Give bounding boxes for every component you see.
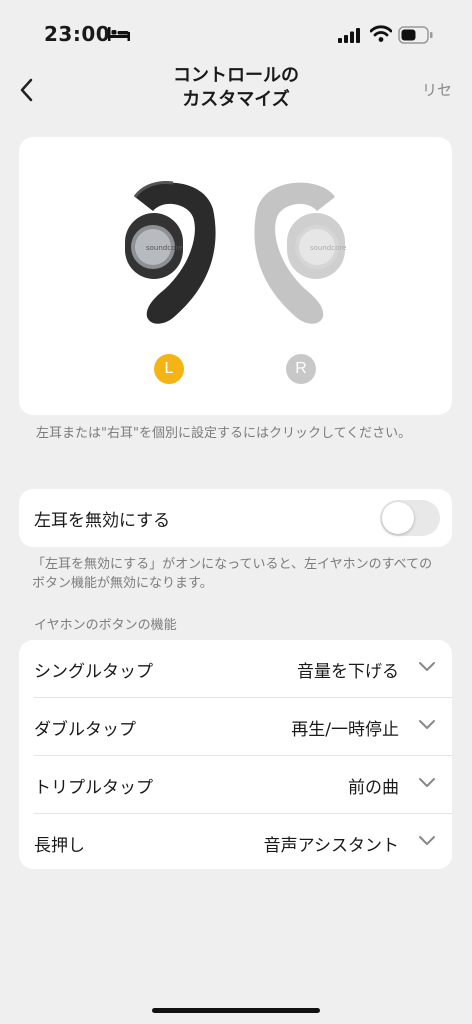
- control-row-single-tap[interactable]: シングルタップ 音量を下げる: [19, 640, 452, 697]
- control-row-triple-tap[interactable]: トリプルタップ 前の曲: [19, 756, 452, 813]
- chevron-down-icon: [419, 836, 435, 845]
- chevron-down-icon: [419, 778, 435, 787]
- row-value: 音量を下げる: [297, 662, 399, 682]
- ear-selection-hint: 左耳または"右耳"を個別に設定するにはクリックしてください。: [36, 426, 412, 441]
- status-bar: 23:00: [0, 0, 472, 60]
- disable-left-ear-hint: 「左耳を無効にする」がオンになっていると、左イヤホンのすべてのボタン機能が無効に…: [32, 557, 433, 591]
- reset-button[interactable]: リセ: [422, 79, 452, 100]
- page-title-line-2: カスタマイズ: [182, 89, 290, 110]
- row-label: トリプルタップ: [34, 778, 153, 798]
- row-value: 前の曲: [348, 778, 399, 798]
- disable-left-ear-label: 左耳を無効にする: [34, 511, 171, 531]
- earbud-selector-card: soundcore soundcore L R: [19, 137, 452, 415]
- row-label: ダブルタップ: [34, 720, 136, 740]
- button-functions-card: シングルタップ 音量を下げる ダブルタップ 再生/一時停止 トリプルタップ 前の…: [19, 640, 452, 869]
- status-time: 23:00: [44, 22, 111, 46]
- right-ear-badge[interactable]: R: [286, 354, 316, 384]
- button-functions-header: イヤホンのボタンの機能: [34, 618, 177, 633]
- row-label: 長押し: [34, 836, 85, 856]
- row-value: 再生/一時停止: [291, 720, 399, 740]
- home-indicator: [152, 1008, 320, 1013]
- page-title-line-1: コントロールの: [173, 65, 299, 86]
- svg-text:soundcore: soundcore: [146, 244, 182, 252]
- page-title: コントロールの カスタマイズ: [0, 64, 472, 112]
- right-earbud-image[interactable]: soundcore: [251, 177, 351, 327]
- chevron-down-icon: [419, 720, 435, 729]
- svg-text:soundcore: soundcore: [310, 244, 346, 252]
- bed-icon: [108, 27, 130, 41]
- left-ear-badge[interactable]: L: [154, 354, 184, 384]
- control-row-long-press[interactable]: 長押し 音声アシスタント: [19, 814, 452, 871]
- control-row-double-tap[interactable]: ダブルタップ 再生/一時停止: [19, 698, 452, 755]
- row-label: シングルタップ: [34, 662, 153, 682]
- toggle-knob: [382, 502, 414, 534]
- chevron-down-icon: [419, 662, 435, 671]
- cellular-signal-icon: [338, 28, 360, 43]
- wifi-icon: [370, 25, 392, 42]
- left-earbud-image[interactable]: soundcore: [119, 177, 219, 327]
- row-value: 音声アシスタント: [263, 836, 399, 856]
- battery-icon: [398, 26, 433, 44]
- navigation-bar: コントロールの カスタマイズ リセ: [0, 62, 472, 118]
- disable-left-ear-toggle[interactable]: [380, 500, 440, 536]
- disable-left-ear-row: 左耳を無効にする: [19, 489, 452, 547]
